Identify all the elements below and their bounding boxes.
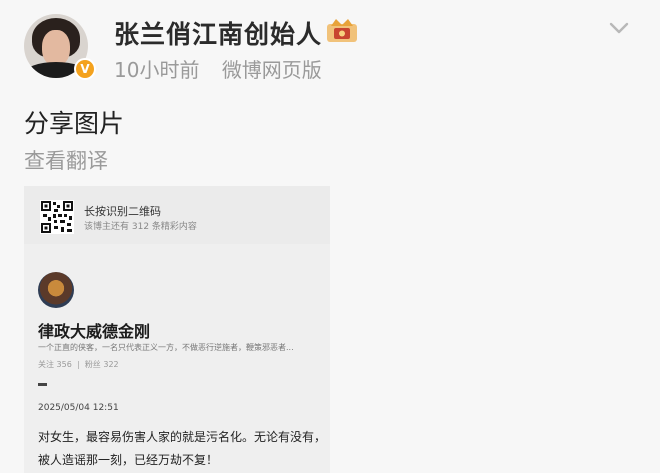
translate-link[interactable]: 查看翻译 <box>24 145 108 175</box>
author-name[interactable]: 张兰俏江南创始人 <box>114 15 322 51</box>
shared-post-line-1: 对女生，最容易伤害人家的就是污名化。无论有没有， <box>38 430 327 444</box>
stats-divider <box>77 360 79 369</box>
qr-title: 长按识别二维码 <box>84 205 161 218</box>
qr-section: 长按识别二维码 该博主还有 312 条精彩内容 <box>24 186 330 244</box>
avatar-face <box>42 30 70 66</box>
shared-image[interactable]: 长按识别二维码 该博主还有 312 条精彩内容 律政大威德金刚 一个正直的侠客，… <box>24 186 330 473</box>
post-source[interactable]: 微博网页版 <box>222 58 322 82</box>
qr-subtitle: 该博主还有 312 条精彩内容 <box>84 222 197 232</box>
profile-avatar <box>38 272 74 308</box>
profile-name: 律政大威德金刚 <box>38 322 151 341</box>
profile-stats: 关注 356 粉丝 322 <box>38 359 119 370</box>
profile-followers: 关注 356 <box>38 360 72 369</box>
post-text: 分享图片 <box>24 109 125 138</box>
shared-post-date: 2025/05/04 12:51 <box>38 403 119 413</box>
shared-post-line-2: 被人造谣那一刻，已经万劫不复！ <box>38 453 219 467</box>
qr-code-icon <box>40 200 74 234</box>
verified-badge-icon: V <box>74 58 96 80</box>
profile-likes: 粉丝 322 <box>84 360 119 369</box>
profile-bio: 一个正直的侠客，一名只代表正义一方，不做恶行逆施者，鞭策邪恶者... <box>38 343 294 352</box>
dash-mark <box>38 383 47 386</box>
chevron-down-icon[interactable] <box>608 20 630 36</box>
time-ago: 10小时前 <box>114 58 200 82</box>
post-meta: 10小时前 微博网页版 <box>114 54 322 83</box>
crown-badge-icon <box>327 19 357 42</box>
